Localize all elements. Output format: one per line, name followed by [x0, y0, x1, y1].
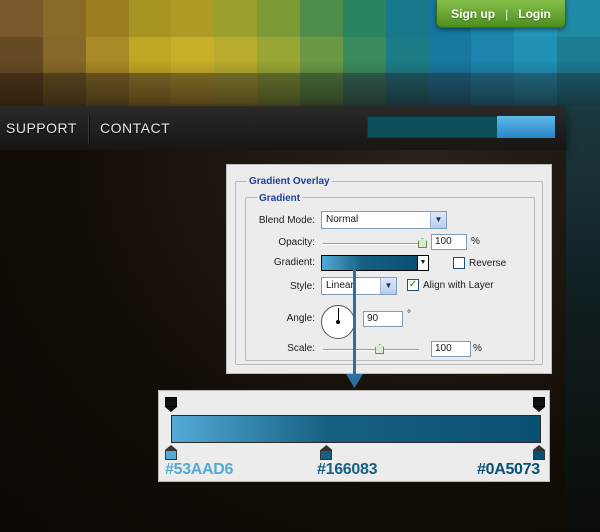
gradient-overlay-panel: Gradient Overlay Gradient Blend Mode: No… — [226, 164, 552, 374]
style-select[interactable]: Linear ▼ — [321, 277, 397, 295]
angle-input[interactable]: 90 — [363, 311, 403, 327]
scale-input[interactable]: 100 — [431, 341, 471, 357]
auth-button-group: Sign up | Login — [436, 0, 566, 28]
angle-unit: ° — [407, 309, 411, 320]
angle-dial[interactable] — [321, 305, 355, 339]
nav-search-button[interactable] — [497, 116, 555, 138]
color-stop-hex-left: #53AAD6 — [165, 461, 234, 478]
opacity-stop-tip — [165, 407, 177, 412]
opacity-stop-right[interactable] — [533, 397, 545, 412]
color-stop-tip — [533, 445, 545, 450]
reverse-checkbox[interactable] — [453, 257, 465, 269]
color-stop-middle[interactable] — [320, 445, 333, 460]
mosaic-tile — [42, 0, 86, 37]
mosaic-tile — [171, 0, 215, 37]
color-stop-tip — [320, 445, 333, 450]
color-stop-tip — [165, 445, 177, 450]
color-stop-swatch — [320, 450, 333, 460]
signup-link[interactable]: Sign up — [451, 7, 495, 21]
opacity-label: Opacity: — [278, 237, 315, 248]
opacity-slider[interactable] — [323, 238, 427, 248]
opacity-stop-tip — [533, 407, 545, 412]
gradient-preview-bar[interactable] — [171, 415, 541, 443]
mosaic-tile — [128, 0, 172, 37]
scale-label: Scale: — [287, 343, 315, 354]
mosaic-tile — [385, 0, 429, 37]
chevron-down-icon: ▼ — [380, 278, 396, 294]
align-with-layer-checkbox[interactable]: ✓ — [407, 279, 419, 291]
blend-mode-select[interactable]: Normal ▼ — [321, 211, 447, 229]
nav-item-contact[interactable]: CONTACT — [100, 120, 170, 136]
gradient-label: Gradient: — [273, 257, 315, 268]
gradient-swatch-picker[interactable]: ▼ — [321, 255, 429, 271]
connector-line — [353, 262, 356, 378]
mosaic-tile — [214, 0, 258, 37]
color-stop-swatch — [533, 450, 545, 460]
right-edge-strip — [566, 106, 600, 532]
nav-item-support[interactable]: SUPPORT — [6, 120, 77, 136]
login-link[interactable]: Login — [518, 7, 551, 21]
reverse-label: Reverse — [469, 258, 507, 269]
main-navbar: SUPPORT CONTACT — [0, 106, 566, 150]
auth-separator: | — [505, 6, 509, 21]
mosaic-tile — [85, 0, 129, 37]
opacity-stop-left[interactable] — [165, 397, 177, 412]
mosaic-tile — [342, 0, 386, 37]
style-label: Style: — [289, 281, 315, 292]
nav-separator — [88, 114, 89, 144]
chevron-down-icon: ▼ — [430, 212, 446, 228]
mosaic-tile — [0, 0, 43, 37]
scale-slider[interactable] — [323, 344, 419, 354]
gradient-swatch-fill — [322, 256, 418, 270]
color-stop-right[interactable] — [533, 445, 545, 460]
gradient-subgroup-title: Gradient — [257, 193, 303, 204]
blend-mode-value: Normal — [326, 214, 359, 225]
opacity-input[interactable]: 100 — [431, 234, 467, 250]
opacity-stop-cap — [165, 397, 177, 407]
angle-label: Angle: — [286, 313, 315, 324]
chevron-down-icon: ▼ — [417, 256, 428, 270]
gradient-overlay-title: Gradient Overlay — [247, 176, 332, 187]
align-with-layer-label: Align with Layer — [423, 280, 494, 291]
blend-mode-label: Blend Mode: — [258, 215, 315, 226]
style-value: Linear — [326, 280, 354, 291]
scale-unit: % — [473, 343, 482, 354]
angle-dial-center — [336, 320, 340, 324]
gradient-editor-panel: #53AAD6 #166083 #0A5073 — [158, 390, 550, 482]
color-stop-swatch — [165, 450, 177, 460]
mosaic-tile — [300, 0, 343, 37]
opacity-unit: % — [471, 236, 480, 247]
opacity-stop-cap — [533, 397, 545, 407]
mosaic-tile — [257, 0, 300, 37]
color-stop-hex-right: #0A5073 — [477, 461, 540, 478]
color-stop-hex-middle: #166083 — [317, 461, 378, 478]
color-stop-left[interactable] — [165, 445, 177, 460]
